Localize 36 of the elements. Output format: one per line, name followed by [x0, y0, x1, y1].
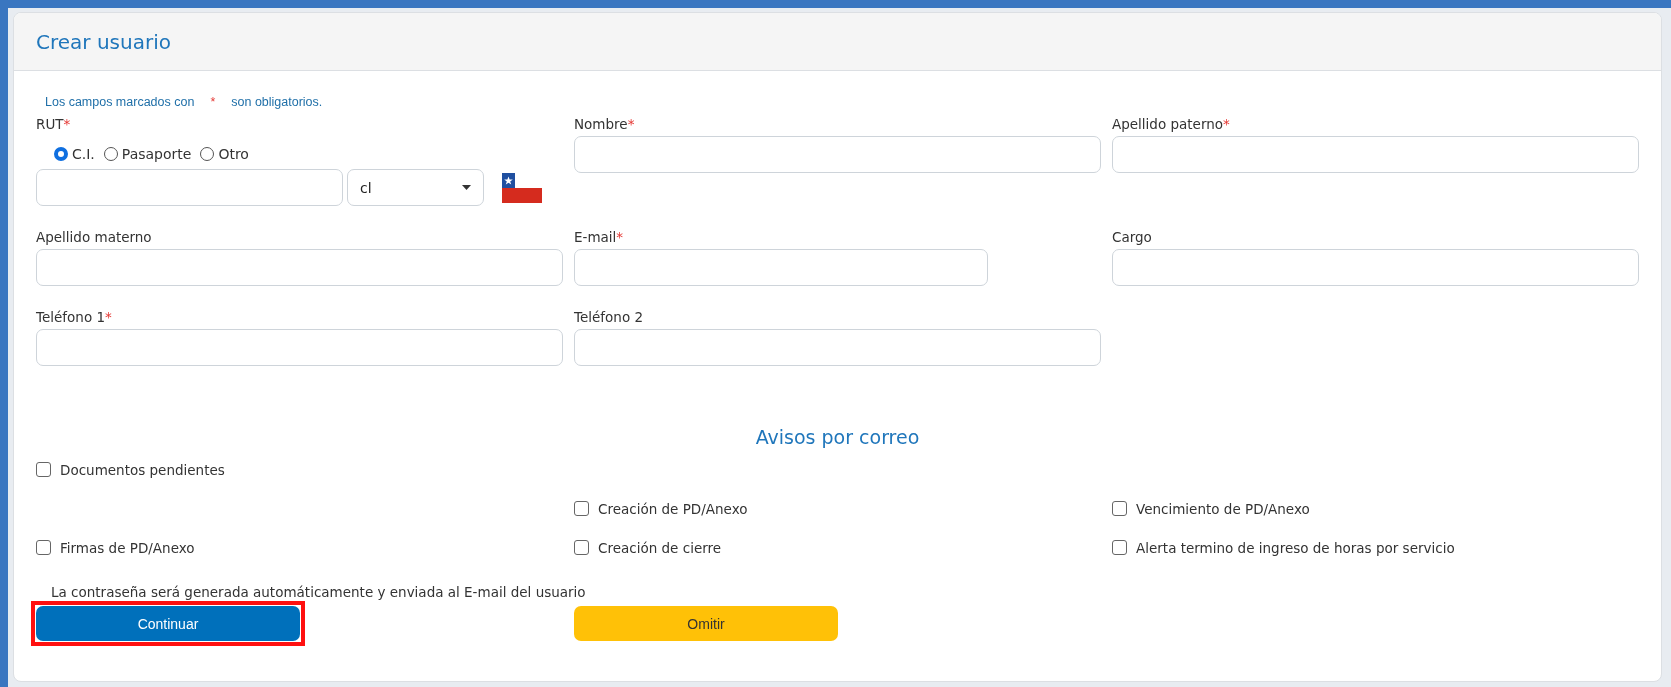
notice-text: Los campos marcados con [45, 95, 195, 109]
field-label: Nombre* [574, 115, 636, 133]
text-input[interactable] [36, 329, 563, 366]
chile-flag-icon [502, 172, 542, 203]
text-input[interactable] [574, 136, 1101, 173]
text-input[interactable] [574, 329, 1101, 366]
notification-checkbox[interactable]: Vencimiento de PD/Anexo [1112, 500, 1639, 517]
field-label: Teléfono 1* [36, 308, 113, 326]
text-input[interactable] [1112, 249, 1639, 286]
rut-input[interactable] [36, 169, 343, 206]
field-label: Teléfono 2 [574, 308, 645, 326]
id-type-radio[interactable]: Otro [200, 146, 249, 162]
password-note: La contraseña será generada automáticamente y enviada al E-mail del usuario [50, 583, 587, 601]
notice-text: son obligatorios. [231, 95, 323, 109]
field-label: RUT* [36, 115, 72, 133]
notification-checkbox[interactable]: Alerta termino de ingreso de horas por servicio [1112, 539, 1639, 556]
card-title: Crear usuario [36, 29, 171, 54]
required-mark: * [210, 95, 216, 109]
notification-checkbox[interactable]: Creación de cierre [574, 539, 1101, 556]
notification-checkbox[interactable]: Documentos pendientes [36, 461, 563, 478]
section-heading: Avisos por correo [754, 425, 921, 450]
caret-icon [462, 185, 471, 190]
text-input[interactable] [1112, 136, 1639, 173]
country-select[interactable]: cl [347, 169, 484, 206]
field-label: Cargo [1112, 228, 1153, 246]
continue-button[interactable]: Continuar [36, 606, 300, 641]
text-input[interactable] [574, 249, 988, 286]
skip-button[interactable]: Omitir [574, 606, 838, 641]
field-label: Apellido materno [36, 228, 153, 246]
id-type-radio[interactable]: C.I. [54, 146, 95, 162]
text-input[interactable] [36, 249, 563, 286]
notification-checkbox[interactable]: Creación de PD/Anexo [574, 500, 1101, 517]
notification-checkbox[interactable]: Firmas de PD/Anexo [36, 539, 563, 556]
field-label: E-mail* [574, 228, 625, 246]
id-type-radio[interactable]: Pasaporte [103, 146, 192, 162]
field-label: Apellido paterno* [1112, 115, 1231, 133]
